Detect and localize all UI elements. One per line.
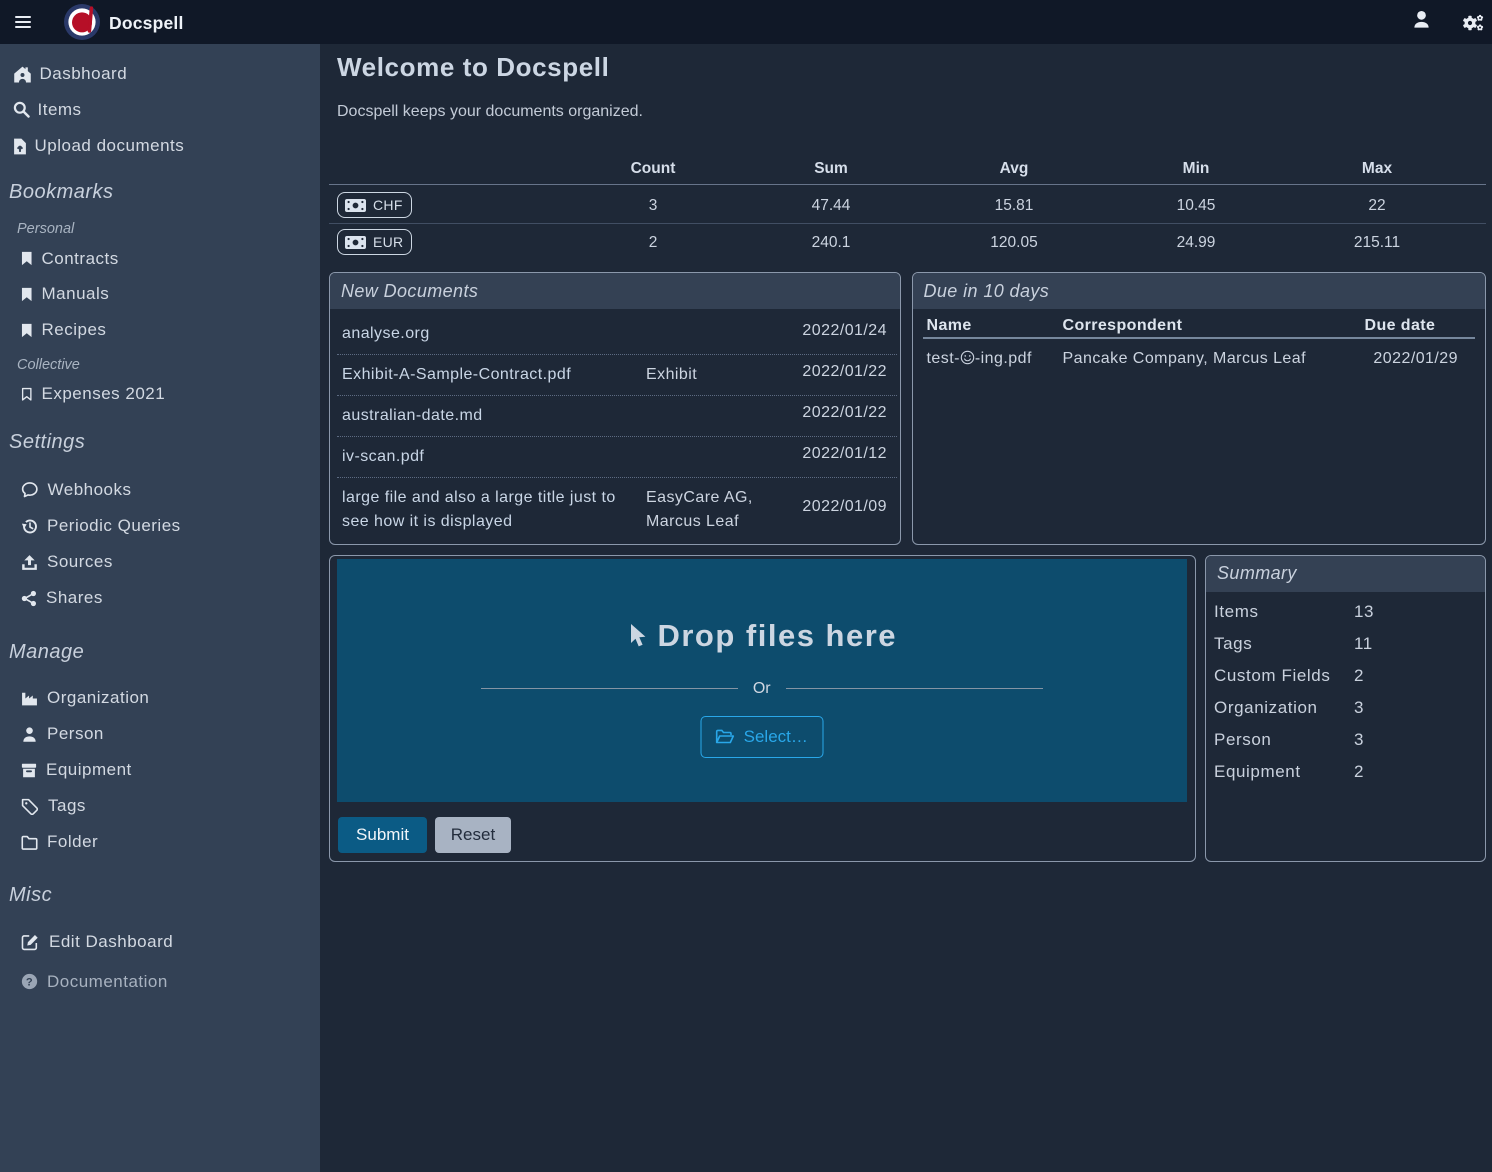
- svg-text:?: ?: [26, 976, 33, 988]
